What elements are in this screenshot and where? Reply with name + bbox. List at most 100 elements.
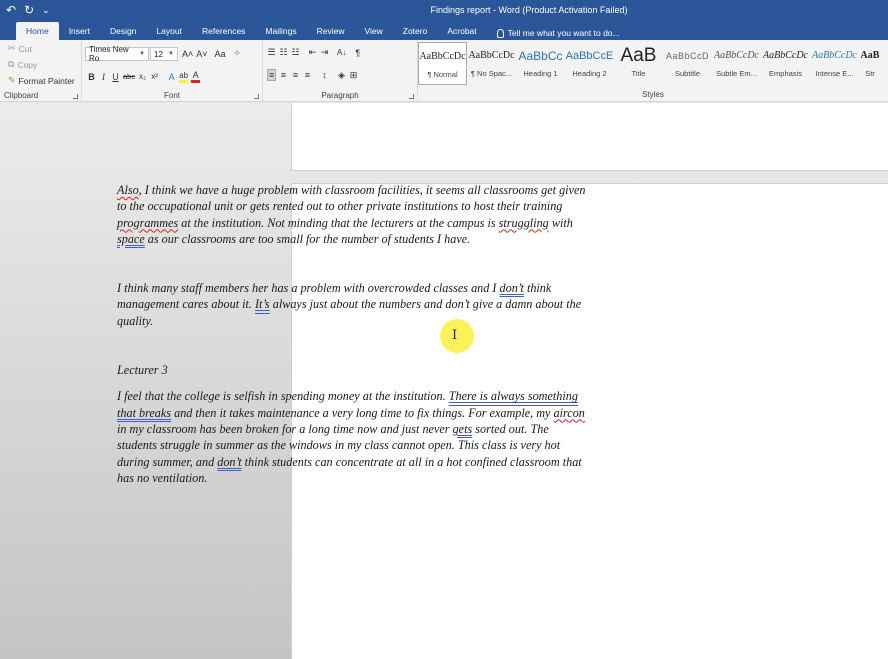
style-heading-2[interactable]: AaBbCcE Heading 2: [565, 42, 614, 85]
tell-me-box[interactable]: Tell me what you want to do...: [487, 22, 630, 40]
paragraph-4: I feel that the college is selfish in sp…: [117, 388, 591, 486]
clipboard-group-label: Clipboard: [4, 91, 39, 100]
tab-design[interactable]: Design: [100, 22, 146, 40]
style-name: Title: [631, 69, 646, 78]
italic-button[interactable]: I: [99, 72, 108, 82]
paragraph-group-label: Paragraph: [321, 91, 359, 100]
paragraph-group: ☰ ☷ ☳ ⇤ ⇥ A↓ ¶ ≡ ≡ ≡ ≡ ↕ ◈ ⊞ Paragraph: [263, 40, 418, 102]
subscript-button[interactable]: x₂: [138, 72, 147, 81]
tab-layout[interactable]: Layout: [146, 22, 192, 40]
clipboard-launcher-icon[interactable]: [73, 94, 78, 99]
tab-review[interactable]: Review: [307, 22, 355, 40]
bold-button[interactable]: B: [87, 72, 96, 82]
font-size-box[interactable]: 12 ▼: [150, 47, 178, 61]
superscript-button[interactable]: x²: [150, 72, 159, 81]
style-preview: AaBbCcDc: [419, 51, 466, 62]
shrink-font-button[interactable]: A˅: [196, 49, 207, 59]
decrease-indent-button[interactable]: ⇤: [308, 47, 317, 58]
paragraph-launcher-icon[interactable]: [409, 94, 414, 99]
tab-mailings[interactable]: Mailings: [255, 22, 306, 40]
previous-page[interactable]: [291, 103, 888, 171]
highlight-color-button[interactable]: ab: [179, 71, 189, 83]
style-name: Subtle Em...: [716, 69, 757, 78]
font-name-value: Times New Ro: [89, 45, 129, 63]
clear-formatting-icon[interactable]: ✧: [233, 48, 242, 59]
tab-zotero[interactable]: Zotero: [393, 22, 438, 40]
font-name-box[interactable]: Times New Ro ▼: [85, 45, 149, 63]
style-name: Heading 1: [523, 69, 558, 78]
font-launcher-icon[interactable]: [254, 94, 259, 99]
grow-font-button[interactable]: A˄: [182, 49, 193, 59]
grammar-error-word[interactable]: space: [117, 232, 145, 246]
style-preview: AaBbCcDc: [812, 50, 857, 61]
style-normal[interactable]: AaBbCcDc ¶ Normal: [418, 42, 467, 85]
grammar-error-word[interactable]: don’t: [217, 455, 241, 469]
strikethrough-button[interactable]: abc: [123, 72, 135, 81]
style-preview: AaBbCcDc: [714, 50, 759, 61]
tab-view[interactable]: View: [354, 22, 392, 40]
style-name: Emphasis: [769, 69, 802, 78]
style-preview: AaB: [860, 50, 880, 61]
style-subtitle[interactable]: AaBbCcD Subtitle: [663, 42, 712, 85]
clipboard-group: ✂ Cut ⧉ Copy ✎ Format Painter Clipboard: [0, 40, 82, 102]
title-bar: ↶ ↻ ⌄ Findings report - Word (Product Ac…: [0, 0, 888, 22]
line-spacing-button[interactable]: ↕: [320, 70, 329, 80]
style-name: Heading 2: [572, 69, 607, 78]
style-strong[interactable]: AaB Str: [859, 42, 881, 85]
tab-home[interactable]: Home: [16, 22, 59, 40]
bullets-button[interactable]: ☰: [267, 47, 276, 58]
underline-button[interactable]: U: [111, 72, 120, 82]
style-no-spacing[interactable]: AaBbCcDc ¶ No Spac...: [467, 42, 516, 85]
spell-error-word[interactable]: struggling: [499, 216, 549, 230]
spell-error-word[interactable]: programmes: [117, 216, 178, 230]
spell-error-word[interactable]: Also: [117, 183, 139, 197]
text-run: , I think we have a huge problem with cl…: [117, 183, 586, 214]
style-name: ¶ No Spac...: [470, 69, 513, 78]
show-formatting-marks-button[interactable]: ¶: [353, 48, 362, 58]
copy-button[interactable]: ⧉ Copy: [8, 59, 37, 70]
change-case-button[interactable]: Aa: [215, 49, 226, 59]
paragraph-row-1: ☰ ☷ ☳ ⇤ ⇥ A↓ ¶: [267, 47, 362, 58]
style-preview: AaB: [620, 44, 657, 66]
spell-error-word[interactable]: aircon: [554, 406, 585, 420]
tab-insert[interactable]: Insert: [59, 22, 100, 40]
tab-acrobat[interactable]: Acrobat: [437, 22, 486, 40]
grammar-error-word[interactable]: It’s: [255, 297, 270, 311]
borders-button[interactable]: ⊞: [349, 70, 358, 81]
sort-button[interactable]: A↓: [337, 48, 346, 57]
ibeam-cursor-icon: I: [452, 328, 458, 343]
grammar-error-word[interactable]: gets: [453, 422, 473, 436]
font-color-button[interactable]: A: [191, 70, 201, 83]
window-title: Findings report - Word (Product Activati…: [430, 5, 628, 15]
justify-button[interactable]: ≡: [303, 70, 312, 80]
grammar-error-word[interactable]: don’t: [500, 281, 524, 295]
multilevel-list-button[interactable]: ☳: [291, 47, 300, 58]
style-name: ¶ Normal: [427, 70, 458, 79]
style-subtle-emphasis[interactable]: AaBbCcDc Subtle Em...: [712, 42, 761, 85]
font-group-label: Font: [163, 91, 180, 100]
paragraph-row-2: ≡ ≡ ≡ ≡ ↕ ◈ ⊞: [267, 69, 358, 81]
chevron-down-icon: ▼: [168, 51, 174, 57]
paintbrush-icon: ✎: [8, 75, 16, 85]
cut-button[interactable]: ✂ Cut: [8, 43, 32, 54]
text-run: at the institution. Not minding that the…: [178, 215, 499, 230]
tab-references[interactable]: References: [192, 22, 255, 40]
style-intense-emphasis[interactable]: AaBbCcDc Intense E...: [810, 42, 859, 85]
style-title[interactable]: AaB Title: [614, 42, 663, 85]
style-emphasis[interactable]: AaBbCcDc Emphasis: [761, 42, 810, 85]
numbering-button[interactable]: ☷: [279, 47, 288, 58]
format-painter-button[interactable]: ✎ Format Painter: [8, 75, 75, 86]
align-center-button[interactable]: ≡: [279, 70, 288, 80]
shading-button[interactable]: ◈: [337, 70, 346, 81]
style-preview: AaBbCcDc: [763, 50, 808, 61]
style-heading-1[interactable]: AaBbCc Heading 1: [516, 42, 565, 85]
text-run: and then it takes maintenance a very lon…: [171, 405, 554, 420]
font-group: Times New Ro ▼ 12 ▼ A˄ A˅ Aa ✧ B I U abc…: [82, 40, 263, 102]
increase-indent-button[interactable]: ⇥: [320, 47, 329, 58]
align-right-button[interactable]: ≡: [291, 70, 300, 80]
document-area[interactable]: Also, I think we have a huge problem wit…: [0, 103, 888, 659]
align-left-button[interactable]: ≡: [267, 69, 276, 81]
document-body[interactable]: Also, I think we have a huge problem wit…: [117, 182, 591, 486]
style-name: Intense E...: [815, 69, 854, 78]
text-effects-button[interactable]: A: [167, 72, 176, 82]
